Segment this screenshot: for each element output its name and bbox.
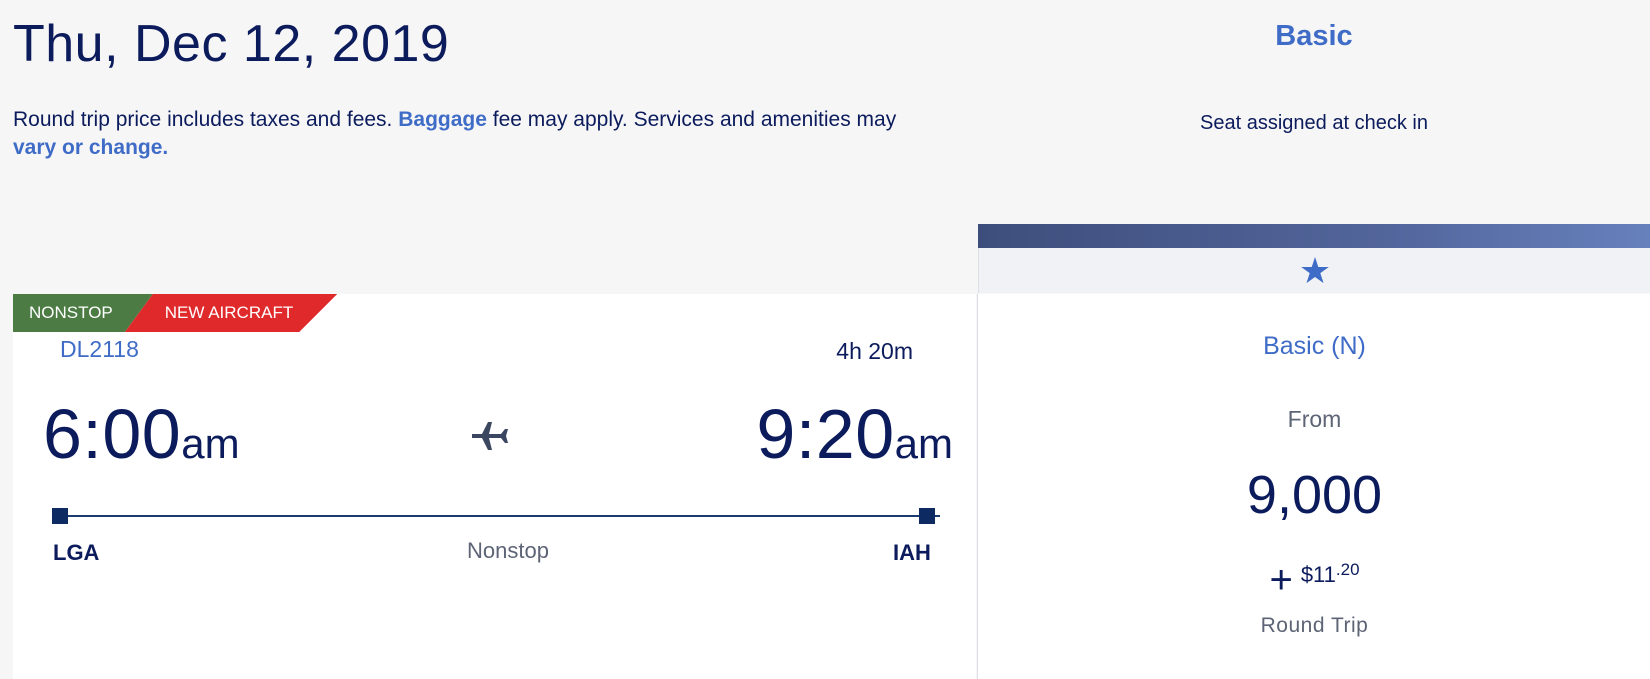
price-disclaimer: Round trip price includes taxes and fees… xyxy=(13,106,943,162)
fare-cash: + $11.20 xyxy=(978,558,1650,603)
stops-label: Nonstop xyxy=(467,538,549,563)
fare-cash-dollars: $11 xyxy=(1300,562,1336,587)
flight-duration: 4h 20m xyxy=(836,338,913,364)
route-origin-marker xyxy=(52,508,68,524)
arrival-time: 9:20am xyxy=(756,394,953,474)
route-line xyxy=(58,515,940,517)
arrival-time-value: 9:20 xyxy=(756,395,895,473)
fare-trip-type: Round Trip xyxy=(1260,614,1369,637)
vary-or-change-link[interactable]: vary or change. xyxy=(13,136,168,159)
fare-cash-cents: .20 xyxy=(1335,560,1360,579)
departure-time: 6:00am xyxy=(43,394,240,474)
fare-class-label: Basic (N) xyxy=(1263,332,1366,360)
arrival-time-ampm: am xyxy=(894,420,953,467)
fare-column-feature: Seat assigned at check in xyxy=(1200,112,1428,134)
flight-card[interactable]: NONSTOP NEW AIRCRAFT DL2118 4h 20m 6:00a… xyxy=(13,294,976,679)
origin-airport: LGA xyxy=(53,540,100,565)
fare-column-star-row: ★ xyxy=(978,248,1650,293)
disclaimer-text-prefix: Round trip price includes taxes and fees… xyxy=(13,108,399,131)
fare-miles: 9,000 xyxy=(1246,465,1383,525)
departure-time-value: 6:00 xyxy=(43,395,182,473)
star-icon: ★ xyxy=(1298,249,1332,291)
destination-airport: IAH xyxy=(893,540,931,565)
fare-column-title[interactable]: Basic xyxy=(978,20,1650,53)
departure-time-ampm: am xyxy=(181,420,240,467)
fare-from-label: From xyxy=(1287,406,1342,432)
fare-column-color-bar xyxy=(978,224,1650,248)
fare-cell-basic[interactable]: Basic (N) From 9,000 + $11.20 Round Trip xyxy=(977,294,1650,679)
flight-badges: NONSTOP NEW AIRCRAFT xyxy=(13,294,337,332)
airplane-icon xyxy=(472,422,508,450)
plus-icon: + xyxy=(1269,558,1293,602)
route-destination-marker xyxy=(919,508,935,524)
baggage-link[interactable]: Baggage xyxy=(398,108,487,131)
disclaimer-text-middle: fee may apply. Services and amenities ma… xyxy=(486,108,897,131)
page-title: Thu, Dec 12, 2019 xyxy=(13,15,450,73)
flight-results-page: Thu, Dec 12, 2019 Round trip price inclu… xyxy=(0,0,1650,679)
new-aircraft-badge: NEW AIRCRAFT xyxy=(125,294,337,332)
flight-number-link[interactable]: DL2118 xyxy=(60,336,139,363)
